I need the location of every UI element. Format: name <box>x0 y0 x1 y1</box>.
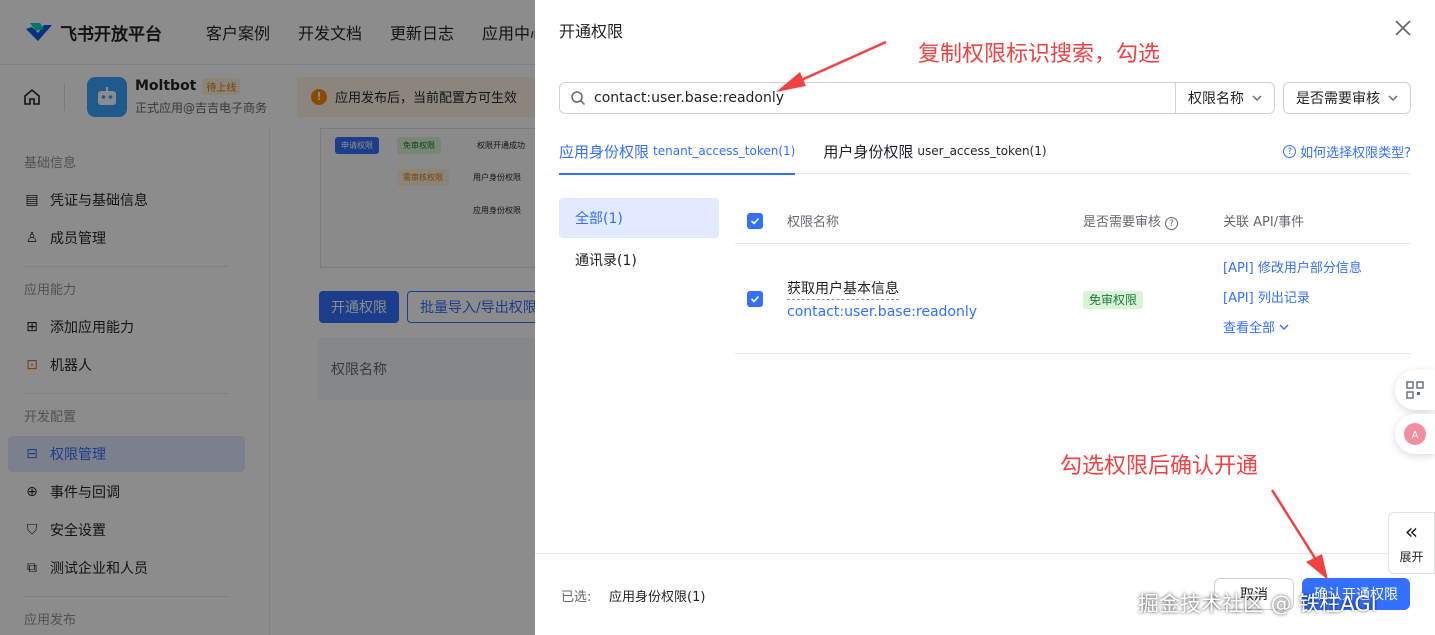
review-free-tag: 免审权限 <box>1083 291 1144 309</box>
expand-label: 展开 <box>1399 549 1424 564</box>
check-icon <box>750 217 760 225</box>
question-icon: ? <box>1283 145 1297 158</box>
close-icon[interactable] <box>1393 18 1413 38</box>
permission-type-help-link[interactable]: ? 如何选择权限类型? <box>1283 142 1411 161</box>
category-list: 全部(1) 通讯录(1) <box>559 198 719 282</box>
permission-code: contact:user.base:readonly <box>787 303 978 320</box>
column-header-review: 是否需要审核? <box>1083 211 1179 231</box>
open-permission-drawer: 开通权限 权限名称 是否需要审核 应用身份权限 tenant_access_to… <box>535 0 1435 635</box>
selected-value: 应用身份权限(1) <box>609 590 706 605</box>
question-icon[interactable]: ? <box>1165 217 1179 231</box>
watermark: 掘金技术社区 @ 铁柱AGI <box>1138 592 1377 616</box>
category-item-all[interactable]: 全部(1) <box>559 198 719 238</box>
search-input[interactable] <box>594 90 1154 106</box>
api-link-list-records[interactable]: [API] 列出记录 <box>1223 284 1362 314</box>
search-field[interactable] <box>559 82 1176 114</box>
check-icon <box>750 295 760 303</box>
selected-label: 已选: <box>561 590 592 605</box>
translate-icon: A <box>1404 423 1426 445</box>
qr-code-icon <box>1406 381 1424 399</box>
select-all-checkbox[interactable] <box>747 212 763 229</box>
column-header-name: 权限名称 <box>787 215 840 230</box>
chevron-down-icon <box>1279 324 1289 330</box>
row-checkbox[interactable] <box>747 290 763 307</box>
svg-text:A: A <box>1412 430 1419 441</box>
column-header-api: 关联 API/事件 <box>1223 215 1305 230</box>
chevron-down-icon <box>1388 95 1398 101</box>
annotation-bottom: 勾选权限后确认开通 <box>1060 454 1259 479</box>
drawer-title: 开通权限 <box>559 22 624 41</box>
permission-type-tabs: 应用身份权限 tenant_access_token(1) 用户身份权限 use… <box>559 128 1411 175</box>
tab-user-permission[interactable]: 用户身份权限 user_access_token(1) <box>823 128 1046 174</box>
chevron-down-icon <box>1252 95 1262 101</box>
api-link-update-user[interactable]: [API] 修改用户部分信息 <box>1223 254 1362 284</box>
filter-select-name[interactable]: 权限名称 <box>1176 82 1275 114</box>
qr-tool-button[interactable] <box>1395 370 1435 410</box>
filter-select-review[interactable]: 是否需要审核 <box>1283 82 1411 114</box>
translate-tool-button[interactable]: A <box>1395 414 1435 454</box>
expand-panel-button[interactable]: « 展开 <box>1388 512 1435 574</box>
view-all-link[interactable]: 查看全部 <box>1223 314 1362 344</box>
permission-table: 权限名称 是否需要审核? 关联 API/事件 获取用户基本信息 contact:… <box>735 198 1411 354</box>
double-chevron-left-icon: « <box>1404 519 1419 545</box>
search-icon <box>571 91 586 106</box>
category-item-contact[interactable]: 通讯录(1) <box>559 240 719 280</box>
table-row: 获取用户基本信息 contact:user.base:readonly 免审权限… <box>735 244 1411 354</box>
tab-tenant-permission[interactable]: 应用身份权限 tenant_access_token(1) <box>559 128 796 175</box>
annotation-top: 复制权限标识搜索，勾选 <box>918 42 1161 67</box>
table-header-row: 权限名称 是否需要审核? 关联 API/事件 <box>735 198 1411 244</box>
permission-name[interactable]: 获取用户基本信息 <box>787 278 899 300</box>
